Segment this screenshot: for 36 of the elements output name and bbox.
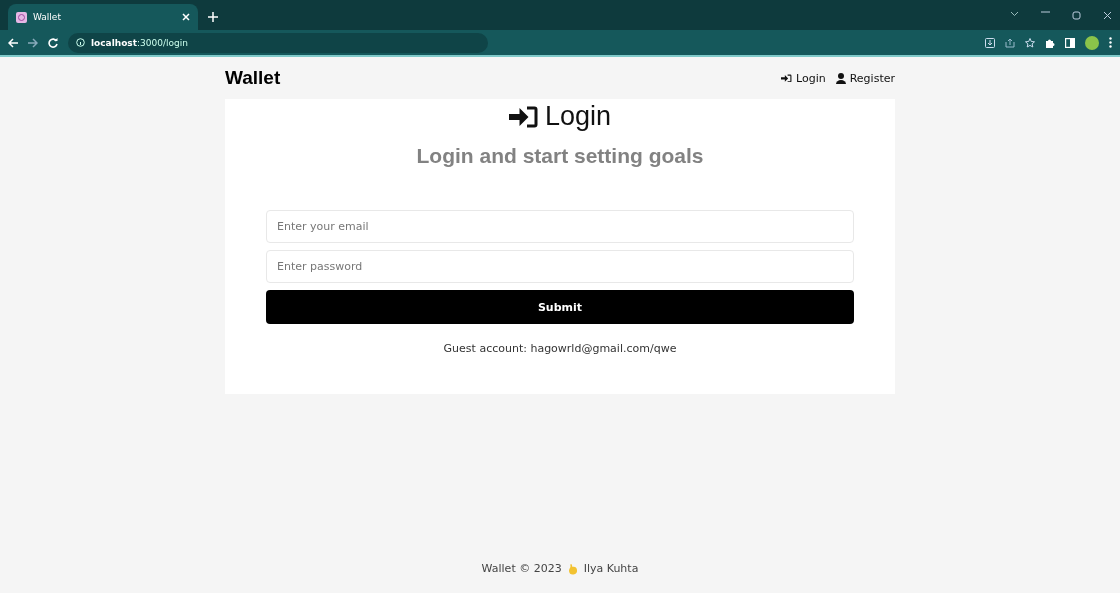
minimize-icon[interactable]: [1041, 10, 1050, 13]
info-icon: [76, 38, 85, 47]
user-icon: [835, 72, 846, 84]
app-icon: [16, 11, 27, 23]
url-text: localhost:3000/login: [91, 37, 188, 48]
close-icon[interactable]: [1103, 10, 1112, 20]
footer-author: Ilya Kuhta: [583, 562, 639, 575]
side-panel-icon[interactable]: [1065, 37, 1075, 48]
puzzle-icon[interactable]: [1045, 37, 1055, 48]
guest-account-note: Guest account: hagowrld@gmail.com/qwe: [443, 342, 677, 355]
address-bar[interactable]: localhost:3000/login: [68, 32, 488, 53]
page-title: Login: [544, 101, 612, 132]
tab-title: Wallet: [33, 12, 62, 22]
back-icon[interactable]: [8, 37, 18, 48]
avatar-icon[interactable]: [1085, 35, 1099, 50]
brand-title: Wallet: [225, 67, 281, 89]
nav-link[interactable]: Register: [835, 71, 895, 85]
sign-in-icon: [781, 73, 792, 83]
input-field[interactable]: Enter password: [266, 250, 854, 283]
footer-copyright: Wallet © 2023: [481, 562, 562, 575]
star-icon[interactable]: [1025, 37, 1035, 48]
chevron-down-icon[interactable]: [1010, 10, 1019, 17]
download-icon[interactable]: [985, 37, 995, 48]
input-field[interactable]: Enter your email: [266, 210, 854, 243]
browser-tab[interactable]: Wallet: [8, 4, 198, 30]
sign-in-icon: [508, 104, 539, 129]
hand-icon: [567, 562, 578, 575]
forward-icon[interactable]: [28, 37, 38, 48]
menu-icon[interactable]: [1109, 37, 1112, 48]
share-icon[interactable]: [1005, 37, 1015, 48]
submit-button[interactable]: Submit: [266, 290, 854, 324]
restore-icon[interactable]: [1072, 10, 1081, 20]
reload-icon[interactable]: [48, 37, 58, 48]
page-subtitle: Login and start setting goals: [416, 144, 704, 168]
nav-link[interactable]: Login: [781, 71, 826, 85]
new-tab-icon[interactable]: [208, 12, 218, 22]
